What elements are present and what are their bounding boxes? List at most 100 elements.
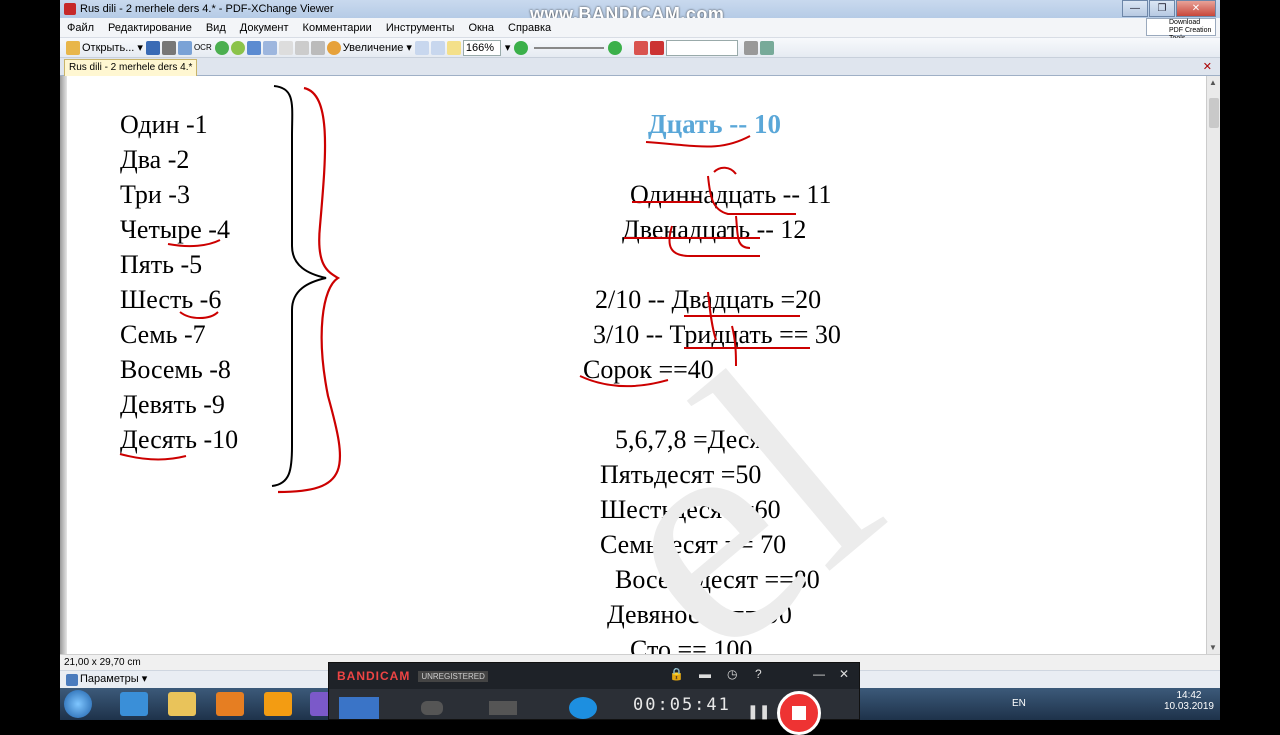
document-tab-bar: Rus dili - 2 merhele ders 4.* ✕ [60, 58, 1220, 76]
folder-icon[interactable]: ▬ [699, 667, 711, 681]
zoom-out-icon[interactable] [514, 40, 529, 55]
menu-help[interactable]: Справка [501, 22, 558, 34]
lock-icon[interactable]: 🔒 [669, 667, 684, 681]
search-input[interactable] [666, 39, 739, 56]
vertical-scrollbar[interactable]: ▲ ▼ [1206, 76, 1220, 654]
menu-view[interactable]: Вид [199, 22, 233, 34]
explorer-icon[interactable] [168, 692, 196, 716]
language-indicator[interactable]: EN [1012, 698, 1026, 709]
number-line-3: Три -3 [120, 180, 190, 209]
zoom-slider[interactable] [534, 46, 605, 49]
maximize-button[interactable]: ❐ [1149, 0, 1175, 17]
pause-button[interactable]: ❚❚ [747, 703, 770, 720]
forward-icon[interactable] [230, 40, 245, 55]
annotation-icon[interactable] [634, 40, 649, 55]
close-icon[interactable]: ✕ [839, 667, 849, 681]
find-icon[interactable] [744, 40, 759, 55]
main-toolbar: Открыть... ▾ OCR Увеличение ▾ 166% ▾ [60, 38, 1220, 58]
open-button[interactable]: Открыть... ▾ [66, 40, 143, 56]
menu-edit[interactable]: Редактирование [101, 22, 199, 34]
screen-mode-button[interactable] [339, 697, 379, 719]
document-page: Один -1 Два -2 Три -3 Четыре -4 Пять -5 … [60, 76, 1206, 654]
section-heading: Дцать -- 10 [648, 109, 781, 139]
number-line-2: Два -2 [120, 145, 190, 174]
number-line-9: Девять -9 [120, 390, 225, 419]
number-line-6: Шесть -6 [120, 285, 222, 314]
menu-tools[interactable]: Инструменты [379, 22, 462, 34]
letterbox-right [1220, 0, 1280, 720]
parameters-button[interactable]: Параметры [80, 671, 139, 688]
bandicam-header: BANDICAM UNREGISTERED 🔒 ▬ ◷ ? — ✕ [329, 663, 859, 689]
bandicam-recorder-panel: BANDICAM UNREGISTERED 🔒 ▬ ◷ ? — ✕ 00:05:… [328, 662, 860, 735]
red-brace [277, 86, 342, 494]
save-icon[interactable] [145, 40, 160, 55]
download-pdf-tools-button[interactable]: Download PDF Creation Tools [1146, 18, 1216, 42]
clock-date: 10.03.2019 [1163, 701, 1214, 712]
zoom-dropdown-icon[interactable]: ▾ [505, 41, 511, 54]
menu-file[interactable]: Файл [60, 22, 101, 34]
zoom-in-icon[interactable] [608, 40, 623, 55]
timer-icon[interactable]: ◷ [727, 667, 737, 681]
folder-icon [66, 40, 80, 55]
magnifier-icon [326, 40, 341, 55]
number-line-10: Десять -10 [120, 425, 239, 454]
clock-time: 14:42 [1176, 690, 1202, 701]
zoom-tool-button[interactable]: Увеличение ▾ [326, 40, 412, 56]
back-icon[interactable] [214, 40, 229, 55]
snapshot-icon[interactable] [310, 40, 325, 55]
vlc-icon[interactable] [264, 692, 292, 716]
scroll-up-icon[interactable]: ▲ [1209, 78, 1217, 87]
ie-icon[interactable] [120, 692, 148, 716]
webcam-icon[interactable] [569, 697, 597, 719]
close-tab-icon[interactable]: ✕ [1203, 60, 1212, 73]
print-icon[interactable] [161, 40, 176, 55]
email-icon[interactable] [177, 40, 192, 55]
recording-timer: 00:05:41 [633, 695, 731, 715]
black-brace [271, 85, 327, 487]
app-window: Rus dili - 2 merhele ders 4.* - PDF-XCha… [60, 0, 1220, 720]
document-tab[interactable]: Rus dili - 2 merhele ders 4.* [64, 59, 198, 76]
number-line-1: Один -1 [120, 110, 208, 139]
tens-line-2: Двенадцать -- 12 [622, 215, 807, 244]
pdf-app-icon [64, 3, 76, 15]
ocr-button[interactable]: OCR [194, 40, 212, 56]
highlight-icon[interactable] [650, 40, 665, 55]
clock[interactable]: 14:42 10.03.2019 [1164, 690, 1214, 712]
stop-record-button[interactable] [777, 691, 821, 735]
media-player-icon[interactable] [216, 692, 244, 716]
menu-bar: Файл Редактирование Вид Документ Коммент… [60, 18, 1220, 38]
select-text-icon[interactable] [294, 40, 309, 55]
settings-icon[interactable] [760, 40, 775, 55]
scroll-thumb[interactable] [1209, 98, 1219, 128]
menu-document[interactable]: Документ [233, 22, 296, 34]
window-title: Rus dili - 2 merhele ders 4.* - PDF-XCha… [80, 3, 334, 15]
undo-icon[interactable] [246, 40, 261, 55]
minimize-icon[interactable]: — [813, 667, 825, 681]
fit-page-icon[interactable] [430, 40, 445, 55]
actual-size-icon[interactable] [414, 40, 429, 55]
menu-comments[interactable]: Комментарии [296, 22, 379, 34]
close-button[interactable]: ✕ [1176, 0, 1216, 17]
help-icon[interactable]: ? [755, 667, 762, 681]
parameters-icon [66, 673, 78, 686]
bandicam-logo: BANDICAM [337, 669, 411, 683]
page-shadow [60, 76, 67, 654]
device-mode-icon[interactable] [489, 701, 517, 715]
faint-page-watermark: el [533, 300, 938, 654]
number-line-8: Восемь -8 [120, 355, 231, 384]
start-button[interactable] [64, 690, 92, 718]
minimize-button[interactable]: — [1122, 0, 1148, 17]
number-line-7: Семь -7 [120, 320, 206, 349]
number-line-5: Пять -5 [120, 250, 203, 279]
number-line-4: Четыре -4 [120, 215, 230, 244]
letterbox-left [0, 0, 60, 720]
fit-width-icon[interactable] [446, 40, 461, 55]
redo-icon[interactable] [262, 40, 277, 55]
hand-tool-icon[interactable] [278, 40, 293, 55]
scroll-down-icon[interactable]: ▼ [1209, 643, 1217, 652]
unregistered-badge: UNREGISTERED [418, 670, 488, 682]
menu-windows[interactable]: Окна [461, 22, 501, 34]
tens-line-1: Одиннадцать -- 11 [630, 180, 832, 209]
game-mode-icon[interactable] [421, 701, 443, 715]
zoom-value-field[interactable]: 166% [462, 39, 501, 56]
